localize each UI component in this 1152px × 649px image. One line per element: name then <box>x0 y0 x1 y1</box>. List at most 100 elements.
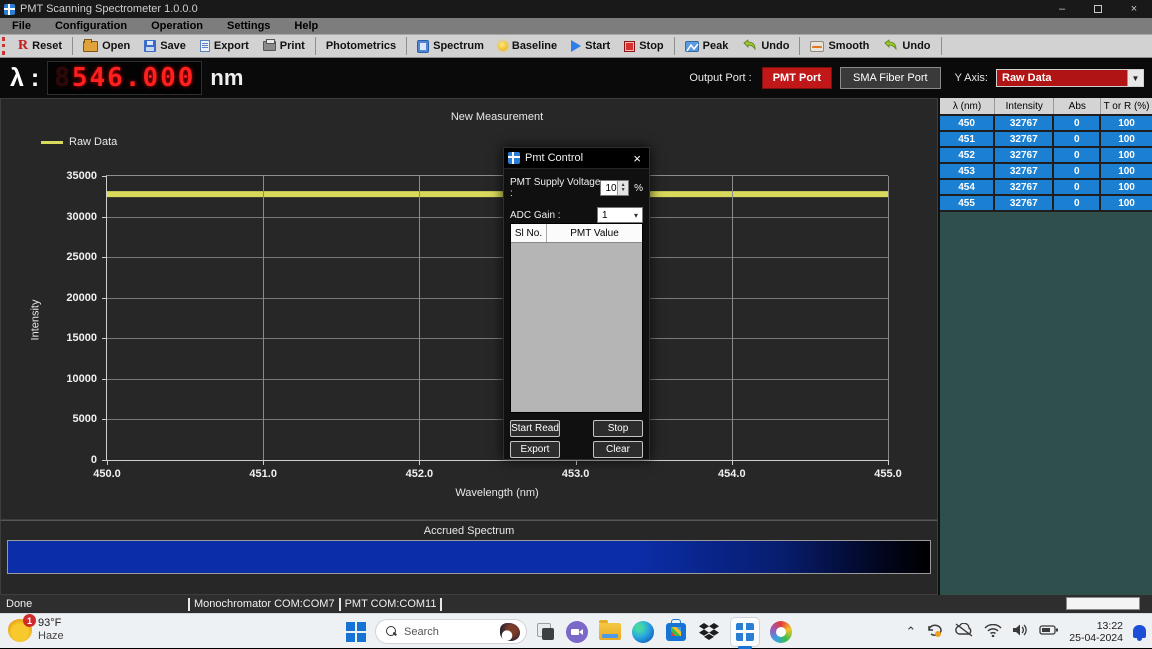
volume-icon[interactable] <box>1012 623 1029 640</box>
status-progress-bar <box>1066 597 1140 610</box>
task-view-button[interactable] <box>536 622 556 642</box>
table-cell: 453 <box>940 164 995 178</box>
export-button[interactable]: Export <box>193 35 256 57</box>
table-row[interactable]: 450327670100 <box>940 116 1152 132</box>
undo-smooth-label: Undo <box>902 40 930 52</box>
dropbox-icon <box>699 623 719 641</box>
taskbar-weather-widget[interactable]: 1 93°FHaze <box>8 617 64 643</box>
spectrum-button[interactable]: Spectrum <box>410 35 491 57</box>
save-button[interactable]: Save <box>137 35 193 57</box>
spinner-arrows-icon[interactable]: ▲▼ <box>617 181 628 195</box>
edge-icon <box>632 621 654 643</box>
search-doodle-icon <box>500 623 520 641</box>
table-column-header: T or R (%) <box>1101 98 1152 114</box>
table-cell: 32767 <box>995 180 1054 194</box>
edge-browser-button[interactable] <box>631 620 655 644</box>
pmt-control-dialog: Pmt Control × PMT Supply Voltage : 10▲▼ … <box>503 147 650 460</box>
print-button[interactable]: Print <box>256 35 312 57</box>
toolbar: RReset Open Save Export Print Photometri… <box>0 34 1152 58</box>
paint-app-button[interactable] <box>769 620 793 644</box>
accrued-spectrum-bar <box>7 540 931 574</box>
x-tick-label: 452.0 <box>406 468 434 480</box>
table-header-row: λ (nm)IntensityAbsT or R (%) <box>940 98 1152 116</box>
x-tick <box>419 460 420 465</box>
title-bar: PMT Scanning Spectrometer 1.0.0.0 – × <box>0 0 1152 18</box>
minimize-button[interactable]: – <box>1044 0 1080 18</box>
v-gridline <box>263 176 264 460</box>
baseline-button[interactable]: Baseline <box>491 35 564 57</box>
peak-button[interactable]: Peak <box>678 35 736 57</box>
dialog-stop-button[interactable]: Stop <box>593 420 643 437</box>
adc-gain-label: ADC Gain : <box>510 210 561 221</box>
pmt-com-status: PMT COM:COM11 <box>345 598 437 610</box>
active-app-indicator <box>738 646 752 649</box>
tray-chevron-up-icon[interactable]: ⌃ <box>905 624 916 640</box>
wifi-icon[interactable] <box>984 624 1002 640</box>
reset-button[interactable]: RReset <box>11 35 69 57</box>
stop-button[interactable]: Stop <box>617 35 670 57</box>
table-row[interactable]: 454327670100 <box>940 180 1152 196</box>
start-read-button[interactable]: Start Read <box>510 420 560 437</box>
adc-gain-select[interactable]: 1▾ <box>597 207 643 223</box>
battery-icon[interactable] <box>1039 624 1059 639</box>
onedrive-offline-icon[interactable] <box>954 623 974 640</box>
table-cell: 452 <box>940 148 995 162</box>
menu-file[interactable]: File <box>0 20 43 32</box>
file-explorer-button[interactable] <box>598 620 622 644</box>
y-axis-label: Y Axis: <box>955 72 988 84</box>
sma-fiber-port-button[interactable]: SMA Fiber Port <box>840 67 941 89</box>
y-tick-label: 30000 <box>12 211 107 223</box>
dialog-close-button[interactable]: × <box>625 151 649 166</box>
menu-settings[interactable]: Settings <box>215 20 282 32</box>
y-tick-label: 5000 <box>12 413 107 425</box>
status-separator <box>440 598 442 611</box>
y-tick-label: 25000 <box>12 251 107 263</box>
toolbar-grip[interactable] <box>2 37 8 55</box>
table-row[interactable]: 452327670100 <box>940 148 1152 164</box>
pmt-app-taskbar-button[interactable] <box>730 617 760 647</box>
accrued-spectrum-panel: Accrued Spectrum <box>0 520 938 595</box>
microsoft-store-button[interactable] <box>664 620 688 644</box>
menu-help[interactable]: Help <box>282 20 330 32</box>
maximize-button[interactable] <box>1080 0 1116 18</box>
app-window: PMT Scanning Spectrometer 1.0.0.0 – × Fi… <box>0 0 1152 648</box>
series-line <box>107 176 888 460</box>
start-menu-button[interactable] <box>346 622 366 642</box>
y-axis-select[interactable]: Raw Data▼ <box>996 69 1144 87</box>
dialog-title-bar[interactable]: Pmt Control × <box>504 148 649 169</box>
export-label: Export <box>214 40 249 52</box>
v-gridline <box>732 176 733 460</box>
photometrics-button[interactable]: Photometrics <box>319 35 403 57</box>
menu-operation[interactable]: Operation <box>139 20 215 32</box>
notification-bell-icon[interactable] <box>1133 625 1146 638</box>
dropbox-button[interactable] <box>697 620 721 644</box>
dialog-clear-button[interactable]: Clear <box>593 441 643 458</box>
table-row[interactable]: 453327670100 <box>940 164 1152 180</box>
x-tick <box>263 460 264 465</box>
undo-button[interactable]: Undo <box>735 35 796 57</box>
close-button[interactable]: × <box>1116 0 1152 18</box>
table-row[interactable]: 455327670100 <box>940 196 1152 212</box>
sync-icon[interactable] <box>926 622 944 641</box>
open-button[interactable]: Open <box>76 35 137 57</box>
table-row[interactable]: 451327670100 <box>940 132 1152 148</box>
pmt-voltage-spinner[interactable]: 10▲▼ <box>600 180 629 196</box>
table-cell: 0 <box>1054 164 1101 178</box>
smooth-button[interactable]: Smooth <box>803 35 876 57</box>
window-title: PMT Scanning Spectrometer 1.0.0.0 <box>20 3 198 15</box>
undo-smooth-button[interactable]: Undo <box>876 35 937 57</box>
menu-configuration[interactable]: Configuration <box>43 20 139 32</box>
start-button[interactable]: Start <box>564 35 617 57</box>
chevron-down-icon[interactable]: ▼ <box>1127 70 1143 86</box>
dialog-export-button[interactable]: Export <box>510 441 560 458</box>
taskbar-search-box[interactable]: Search <box>375 619 527 644</box>
save-icon <box>144 40 156 52</box>
taskbar-clock[interactable]: 13:22 25-04-2024 <box>1069 620 1123 644</box>
h-gridline <box>107 298 888 299</box>
monochromator-com-status: Monochromator COM:COM7 <box>194 598 335 610</box>
pmt-port-button[interactable]: PMT Port <box>762 67 832 89</box>
chat-app-button[interactable] <box>565 620 589 644</box>
table-cell: 100 <box>1101 116 1152 130</box>
legend-line-swatch <box>41 141 63 144</box>
y-tick-label: 35000 <box>12 170 107 182</box>
